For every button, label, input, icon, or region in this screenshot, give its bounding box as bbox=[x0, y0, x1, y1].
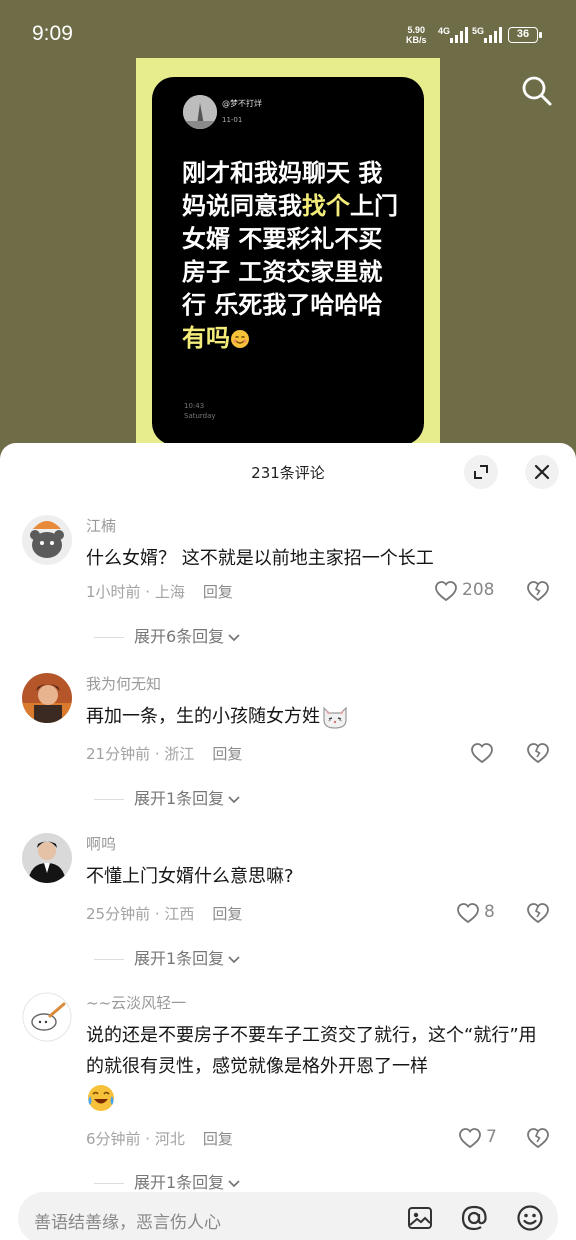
laugh-cry-emoji-icon bbox=[88, 1085, 114, 1111]
signal-bars-icon bbox=[450, 27, 468, 43]
network-type-4g: 4G bbox=[438, 26, 451, 36]
signal-bars-icon bbox=[484, 27, 502, 43]
battery-icon: 36 bbox=[508, 27, 542, 43]
dislike-button[interactable] bbox=[526, 741, 550, 765]
post-screenshot: @梦不打烊 11-01 刚才和我妈聊天 我妈说同意我找个上门女婿 不要彩礼不买房… bbox=[152, 77, 424, 445]
image-icon bbox=[408, 1207, 432, 1229]
status-time: 9:09 bbox=[32, 22, 73, 45]
expand-replies-label: 展开1条回复 bbox=[134, 949, 225, 968]
post-text: 刚才和我妈聊天 我妈说同意我找个上门女婿 不要彩礼不买房子 工资交家里就行 乐死… bbox=[182, 157, 404, 355]
post-text-highlight: 有吗 bbox=[182, 324, 230, 352]
at-icon bbox=[461, 1205, 487, 1231]
close-sheet-button[interactable] bbox=[525, 455, 559, 489]
comment-text-content: 再加一条，生的小孩随女方姓 bbox=[86, 706, 320, 727]
comment-meta: 1小时前 · 上海 回复 bbox=[86, 581, 233, 602]
heart-icon bbox=[457, 903, 479, 924]
comment-time-location: 1小时前 · 上海 bbox=[86, 583, 185, 601]
divider bbox=[94, 959, 124, 960]
avatar[interactable] bbox=[22, 673, 72, 723]
dislike-button[interactable] bbox=[526, 901, 550, 925]
post-text-highlight: 找个 bbox=[302, 192, 350, 220]
like-count: 8 bbox=[484, 902, 495, 922]
heart-icon bbox=[459, 1128, 481, 1149]
smile-emoji-icon bbox=[231, 330, 249, 348]
comment-text-content: 说的还是不要房子不要车子工资交了就行，这个“就行”用的就很有灵性，感觉就像是格外… bbox=[86, 1025, 537, 1077]
like-count: 208 bbox=[462, 580, 495, 600]
comment-input-bar[interactable]: 善语结善缘，恶言伤人心 bbox=[18, 1192, 558, 1240]
expand-replies-button[interactable]: 展开6条回复 bbox=[94, 623, 241, 647]
reply-button[interactable]: 回复 bbox=[203, 1130, 233, 1148]
avatar[interactable] bbox=[22, 515, 72, 565]
divider bbox=[94, 1183, 124, 1184]
avatar[interactable] bbox=[22, 833, 72, 883]
divider bbox=[94, 799, 124, 800]
expand-replies-label: 展开6条回复 bbox=[134, 627, 225, 646]
comment-time-location: 25分钟前 · 江西 bbox=[86, 905, 195, 923]
avatar[interactable] bbox=[22, 992, 72, 1042]
comment-text: 什么女婿？ 这不就是以前地主家招一个长工 bbox=[86, 548, 434, 569]
chevron-down-icon bbox=[228, 633, 240, 641]
expand-sheet-button[interactable] bbox=[464, 455, 498, 489]
cat-emoji-icon bbox=[323, 706, 347, 729]
post-date: 11-01 bbox=[222, 116, 243, 124]
post-time: 10:43 bbox=[184, 402, 205, 410]
comment-text: 不懂上门女婿什么意思嘛? bbox=[86, 866, 294, 887]
network-speed: 5.90 KB/s bbox=[406, 25, 427, 45]
chevron-down-icon bbox=[228, 1179, 240, 1187]
expand-replies-label: 展开1条回复 bbox=[134, 789, 225, 808]
post-author-name: @梦不打烊 bbox=[222, 99, 262, 108]
post-author-avatar bbox=[183, 95, 217, 129]
expand-replies-button[interactable]: 展开1条回复 bbox=[94, 1169, 241, 1193]
broken-heart-icon bbox=[527, 1128, 549, 1149]
comment-meta: 25分钟前 · 江西 回复 bbox=[86, 903, 242, 924]
comment-sheet: 231条评论 江楠 什么女婿？ 这不就是以前地主家招一个长工 1小时前 · 上海… bbox=[0, 443, 576, 1240]
heart-icon bbox=[471, 743, 493, 764]
post-image[interactable]: @梦不打烊 11-01 刚才和我妈聊天 我妈说同意我找个上门女婿 不要彩礼不买房… bbox=[136, 58, 440, 458]
reply-button[interactable]: 回复 bbox=[203, 583, 233, 601]
battery-level: 36 bbox=[516, 28, 530, 40]
divider bbox=[94, 637, 124, 638]
emoji-button[interactable] bbox=[516, 1204, 544, 1232]
comment-text: 说的还是不要房子不要车子工资交了就行，这个“就行”用的就很有灵性，感觉就像是格外… bbox=[86, 1020, 554, 1113]
expand-replies-button[interactable]: 展开1条回复 bbox=[94, 945, 241, 969]
broken-heart-icon bbox=[527, 581, 549, 602]
comment-input-placeholder[interactable]: 善语结善缘，恶言伤人心 bbox=[34, 1208, 221, 1233]
close-icon bbox=[534, 464, 550, 480]
comment-meta: 21分钟前 · 浙江 回复 bbox=[86, 743, 242, 764]
post-timestamp: 10:43 Saturday bbox=[184, 401, 216, 421]
expand-replies-button[interactable]: 展开1条回复 bbox=[94, 785, 241, 809]
expand-replies-label: 展开1条回复 bbox=[134, 1173, 225, 1192]
search-icon bbox=[522, 76, 552, 106]
dislike-button[interactable] bbox=[526, 1126, 550, 1150]
expand-icon bbox=[474, 465, 488, 479]
comment-author[interactable]: 我为何无知 bbox=[86, 673, 161, 694]
network-type-5g: 5G bbox=[472, 26, 485, 36]
broken-heart-icon bbox=[527, 903, 549, 924]
heart-icon bbox=[435, 581, 457, 602]
mention-button[interactable] bbox=[460, 1204, 488, 1232]
comment-text: 再加一条，生的小孩随女方姓 bbox=[86, 701, 554, 732]
comment-author[interactable]: 江楠 bbox=[86, 515, 116, 536]
image-button[interactable] bbox=[406, 1204, 434, 1232]
network-speed-unit: KB/s bbox=[406, 35, 427, 45]
chevron-down-icon bbox=[228, 795, 240, 803]
emoji-icon bbox=[517, 1205, 543, 1231]
comment-time-location: 6分钟前 · 河北 bbox=[86, 1130, 185, 1148]
reply-button[interactable]: 回复 bbox=[212, 745, 242, 763]
dislike-button[interactable] bbox=[526, 579, 550, 603]
network-speed-value: 5.90 bbox=[407, 25, 426, 35]
comment-time-location: 21分钟前 · 浙江 bbox=[86, 745, 195, 763]
chevron-down-icon bbox=[228, 955, 240, 963]
search-button[interactable] bbox=[520, 74, 554, 108]
reply-button[interactable]: 回复 bbox=[212, 905, 242, 923]
like-count: 7 bbox=[486, 1127, 497, 1147]
broken-heart-icon bbox=[527, 743, 549, 764]
comment-author[interactable]: ~~云淡风轻一 bbox=[86, 992, 186, 1013]
comment-author[interactable]: 啊呜 bbox=[86, 833, 116, 854]
post-day: Saturday bbox=[184, 412, 216, 420]
comment-meta: 6分钟前 · 河北 回复 bbox=[86, 1128, 233, 1149]
